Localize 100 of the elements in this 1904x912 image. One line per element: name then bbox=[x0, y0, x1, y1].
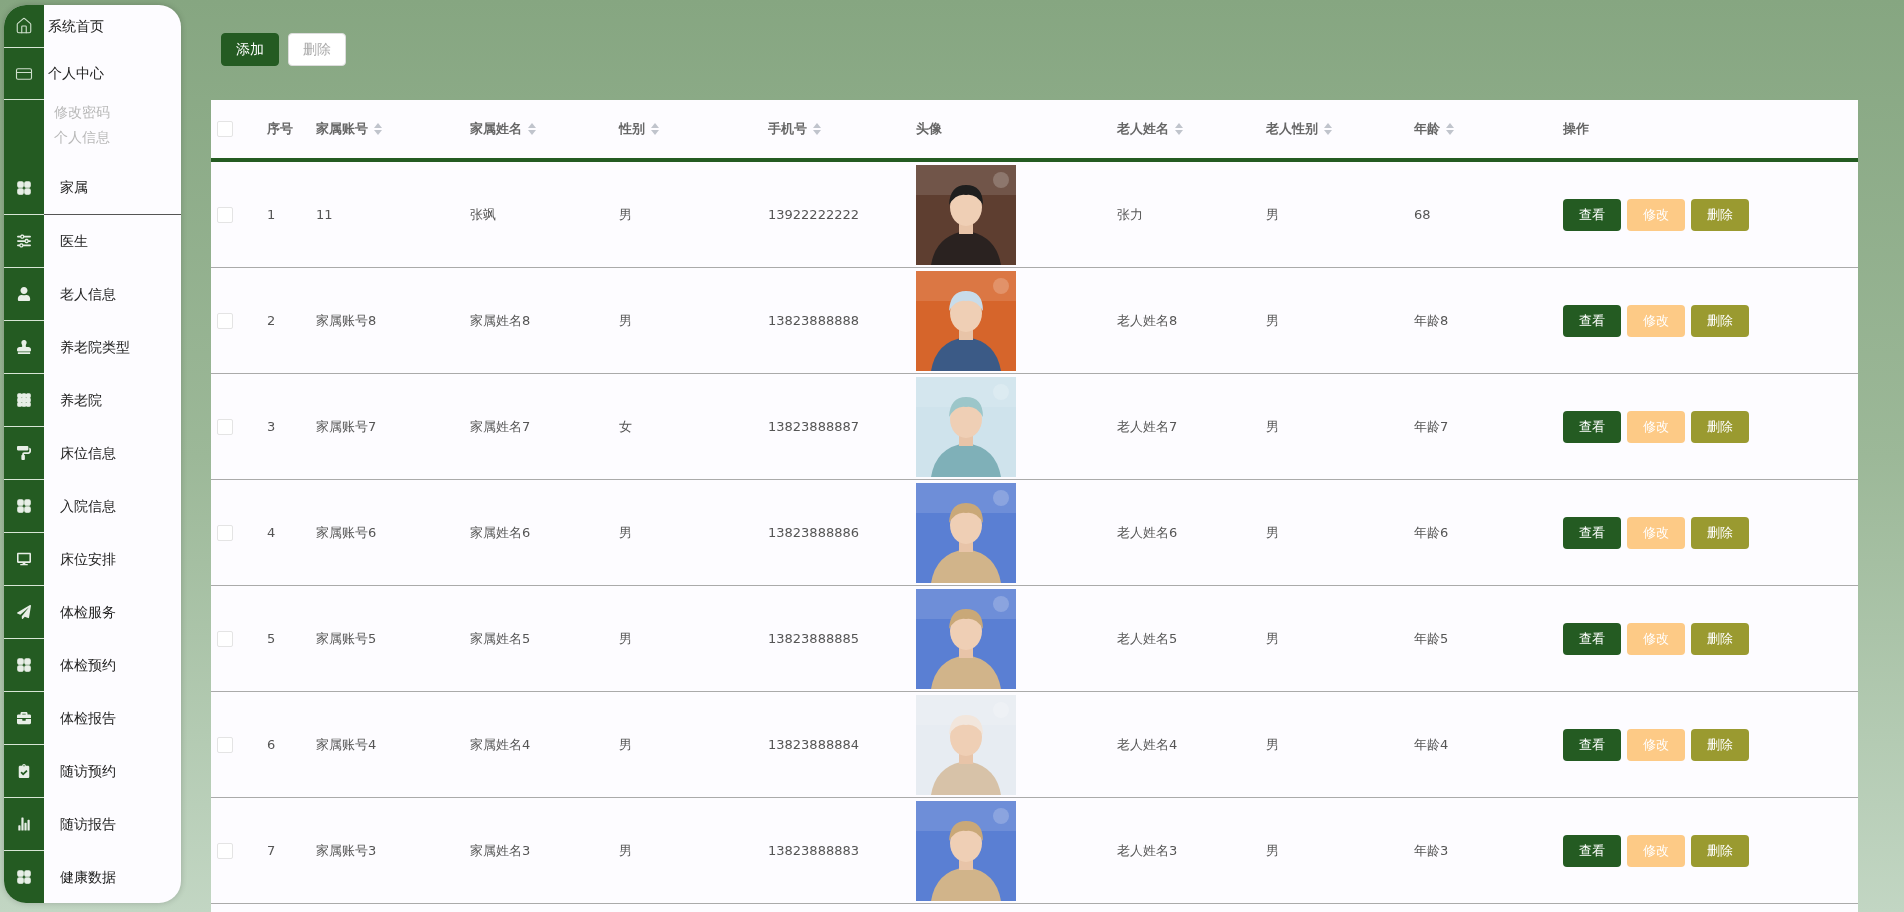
person-icon bbox=[17, 287, 31, 301]
sidebar-item[interactable]: 入院信息 bbox=[44, 480, 181, 533]
column-header: 操作 bbox=[1563, 120, 1589, 138]
table-cell: 7 bbox=[267, 843, 276, 858]
view-button[interactable]: 查看 bbox=[1563, 834, 1621, 867]
grid-icon bbox=[17, 658, 31, 672]
sort-icon[interactable] bbox=[1446, 123, 1454, 135]
table-cell: 年龄7 bbox=[1414, 417, 1449, 436]
table-cell: 男 bbox=[1266, 417, 1279, 436]
table-cell: 3 bbox=[267, 419, 276, 434]
sliders-icon bbox=[17, 234, 31, 248]
table-cell: 年龄5 bbox=[1414, 629, 1449, 648]
table-cell: 男 bbox=[619, 311, 632, 330]
checkbox[interactable] bbox=[217, 206, 233, 223]
sort-icon[interactable] bbox=[1324, 123, 1332, 135]
sort-icon[interactable] bbox=[813, 123, 821, 135]
table-cell: 家属账号4 bbox=[316, 735, 377, 754]
table-cell: 老人姓名7 bbox=[1117, 417, 1178, 436]
table-cell: 男 bbox=[619, 841, 632, 860]
sidebar-item[interactable]: 体检报告 bbox=[44, 692, 181, 745]
table-cell: 13823888884 bbox=[768, 737, 859, 752]
table-cell: 老人姓名3 bbox=[1117, 841, 1178, 860]
table-cell: 家属账号8 bbox=[316, 311, 377, 330]
briefcase-icon bbox=[17, 711, 31, 725]
monitor-icon bbox=[17, 552, 31, 566]
column-header: 头像 bbox=[916, 120, 942, 138]
table-cell: 家属姓名3 bbox=[470, 841, 531, 860]
column-header[interactable]: 老人性别 bbox=[1266, 120, 1332, 138]
sidebar-item[interactable]: 老人信息 bbox=[44, 268, 181, 321]
grid-icon bbox=[17, 870, 31, 884]
table-cell: 家属姓名4 bbox=[470, 735, 531, 754]
sidebar-item[interactable]: 随访预约 bbox=[44, 745, 181, 798]
view-button[interactable]: 查看 bbox=[1563, 622, 1621, 655]
paper-plane-icon bbox=[17, 605, 31, 619]
table-cell: 男 bbox=[1266, 735, 1279, 754]
table-cell: 68 bbox=[1414, 207, 1431, 222]
table-cell: 家属姓名8 bbox=[470, 311, 531, 330]
grid-icon bbox=[17, 181, 31, 195]
table-cell: 家属账号3 bbox=[316, 841, 377, 860]
sidebar-item[interactable]: 健康数据 bbox=[44, 851, 181, 903]
stamp-icon bbox=[17, 340, 31, 354]
sidebar-item[interactable]: 养老院类型 bbox=[44, 321, 181, 374]
toolbar-button[interactable]: 添加 bbox=[221, 33, 279, 66]
sidebar-item[interactable]: 养老院 bbox=[44, 374, 181, 427]
table-cell: 家属姓名7 bbox=[470, 417, 531, 436]
checkbox[interactable] bbox=[217, 312, 233, 329]
checkbox[interactable] bbox=[217, 418, 233, 435]
grid-icon bbox=[17, 499, 31, 513]
table-cell: 老人姓名5 bbox=[1117, 629, 1178, 648]
sidebar-item[interactable]: 家属 bbox=[44, 162, 181, 215]
table-cell: 1 bbox=[267, 207, 276, 222]
sort-icon[interactable] bbox=[1175, 123, 1183, 135]
checkbox[interactable] bbox=[217, 842, 233, 859]
table-cell: 13823888888 bbox=[768, 313, 859, 328]
view-button[interactable]: 查看 bbox=[1563, 198, 1621, 231]
table-cell: 男 bbox=[1266, 629, 1279, 648]
column-header[interactable]: 老人姓名 bbox=[1117, 120, 1183, 138]
sidebar-item[interactable]: 个人中心 bbox=[44, 48, 181, 100]
table-cell: 男 bbox=[619, 629, 632, 648]
sidebar-item[interactable]: 体检服务 bbox=[44, 586, 181, 639]
view-button[interactable]: 查看 bbox=[1563, 728, 1621, 761]
table-cell: 家属账号7 bbox=[316, 417, 377, 436]
checkbox[interactable] bbox=[217, 736, 233, 753]
table-cell: 男 bbox=[619, 735, 632, 754]
table-cell: 男 bbox=[619, 205, 632, 224]
table-cell: 男 bbox=[1266, 311, 1279, 330]
table-cell: 张飒 bbox=[470, 205, 496, 224]
checkbox[interactable] bbox=[217, 630, 233, 647]
checkbox[interactable] bbox=[217, 121, 233, 137]
column-header[interactable]: 手机号 bbox=[768, 120, 821, 138]
column-header[interactable]: 年龄 bbox=[1414, 120, 1454, 138]
table-cell: 年龄4 bbox=[1414, 735, 1449, 754]
table-cell: 13823888883 bbox=[768, 843, 859, 858]
table-cell: 13823888887 bbox=[768, 419, 859, 434]
sidebar-item[interactable]: 系统首页 bbox=[44, 5, 181, 48]
view-button[interactable]: 查看 bbox=[1563, 304, 1621, 337]
column-header[interactable]: 家属账号 bbox=[316, 120, 382, 138]
sidebar-item[interactable]: 医生 bbox=[44, 215, 181, 268]
table-cell: 男 bbox=[1266, 205, 1279, 224]
checkbox[interactable] bbox=[217, 524, 233, 541]
home-icon bbox=[15, 17, 33, 35]
sidebar-item[interactable]: 床位安排 bbox=[44, 533, 181, 586]
sort-icon[interactable] bbox=[528, 123, 536, 135]
clipboard-check-icon bbox=[17, 764, 31, 778]
sort-icon[interactable] bbox=[374, 123, 382, 135]
table-cell: 老人姓名4 bbox=[1117, 735, 1178, 754]
sidebar-item[interactable]: 床位信息 bbox=[44, 427, 181, 480]
sidebar-item[interactable]: 体检预约 bbox=[44, 639, 181, 692]
sort-icon[interactable] bbox=[651, 123, 659, 135]
table-cell: 老人姓名6 bbox=[1117, 523, 1178, 542]
table-cell: 年龄6 bbox=[1414, 523, 1449, 542]
column-header[interactable]: 家属姓名 bbox=[470, 120, 536, 138]
table-cell: 男 bbox=[1266, 523, 1279, 542]
view-button[interactable]: 查看 bbox=[1563, 410, 1621, 443]
table-cell: 13922222222 bbox=[768, 207, 859, 222]
table-cell: 年龄8 bbox=[1414, 311, 1449, 330]
sidebar-item[interactable]: 随访报告 bbox=[44, 798, 181, 851]
view-button[interactable]: 查看 bbox=[1563, 516, 1621, 549]
roller-icon bbox=[17, 446, 31, 460]
column-header[interactable]: 性别 bbox=[619, 120, 659, 138]
